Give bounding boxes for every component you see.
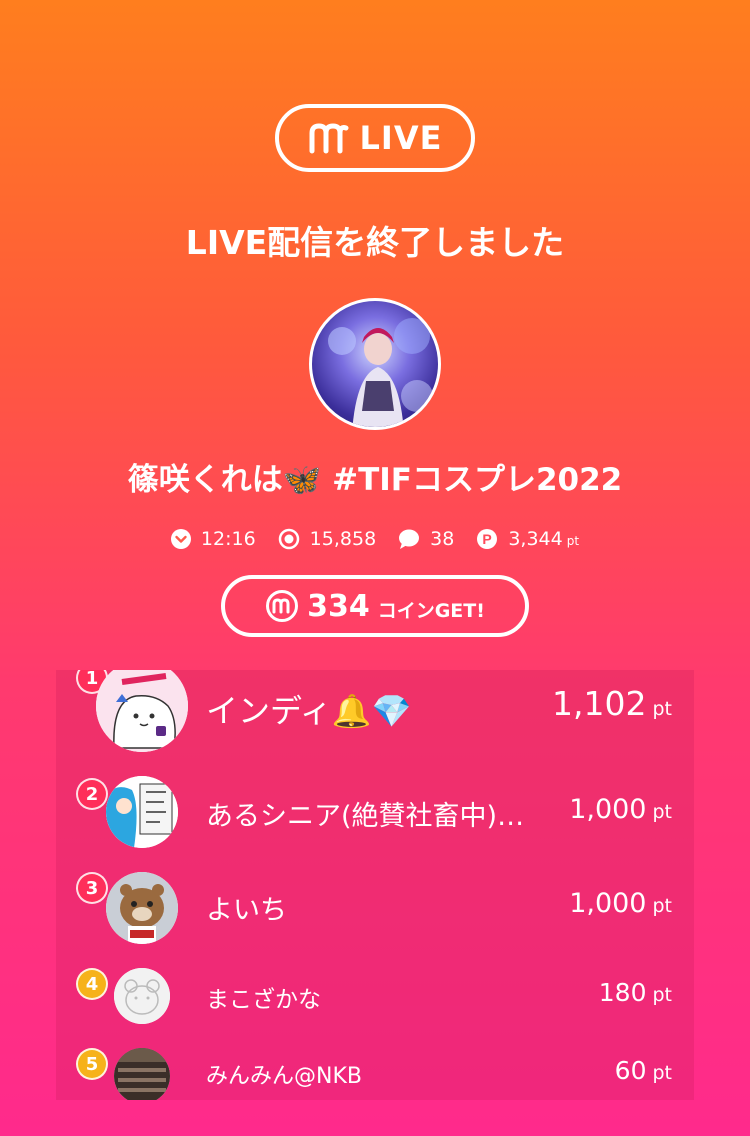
- user-avatar[interactable]: [106, 872, 178, 944]
- svg-text:P: P: [483, 531, 492, 547]
- points-icon: P: [477, 529, 498, 549]
- coin-amount: 334: [307, 588, 370, 624]
- coin-icon: [266, 590, 299, 622]
- rank-badge: 2: [76, 778, 108, 810]
- user-avatar[interactable]: [96, 670, 188, 752]
- ranking-row[interactable]: 4 まこざかな 180 pt: [56, 966, 694, 1030]
- coin-get-button[interactable]: 334 コインGET!: [221, 575, 529, 637]
- user-points: 1,000 pt: [569, 794, 672, 825]
- user-name: よいち: [206, 895, 287, 926]
- clock-icon: [170, 529, 191, 549]
- ranking-list: 1 インディ🔔💎 1,102 pt 2 あるシニア(絶賛社畜中)… 1,000 …: [56, 670, 694, 1100]
- duration-value: 12:16: [200, 528, 256, 550]
- user-points: 180 pt: [598, 978, 672, 1007]
- user-name: みんみん@NKB: [206, 1064, 362, 1089]
- ranking-row[interactable]: 3 よいち 1,000 pt: [56, 866, 694, 956]
- user-avatar[interactable]: [114, 1048, 170, 1100]
- rank-badge: 5: [76, 1048, 108, 1080]
- user-name: あるシニア(絶賛社畜中)…: [206, 801, 525, 832]
- rank-badge: 4: [76, 968, 108, 1000]
- points-value: 3,344 pt: [508, 528, 580, 550]
- stats-bar: 12:16 15,858 38 P 3,344 pt: [0, 524, 750, 554]
- user-points: 60 pt: [614, 1056, 672, 1085]
- live-ended-message: LIVE配信を終了しました: [185, 223, 565, 262]
- ranking-row[interactable]: 2 あるシニア(絶賛社畜中)… 1,000 pt: [56, 770, 694, 860]
- views-value: 15,858: [309, 528, 377, 550]
- coin-label: コインGET!: [377, 599, 485, 622]
- views-stat: 15,858: [278, 528, 376, 550]
- user-points: 1,000 pt: [569, 888, 672, 919]
- comments-stat: 38: [398, 528, 454, 550]
- points-stat: P 3,344 pt: [476, 528, 579, 550]
- user-avatar[interactable]: [106, 776, 178, 848]
- duration-stat: 12:16: [170, 528, 256, 550]
- user-avatar[interactable]: [114, 968, 170, 1024]
- user-name: まこざかな: [206, 987, 321, 1013]
- mixchannel-logo-icon: [308, 121, 350, 155]
- stream-title: 篠咲くれは🦋 #TIFコスプレ2022: [127, 462, 623, 498]
- ranking-row[interactable]: 1 インディ🔔💎 1,102 pt: [56, 670, 694, 760]
- comments-value: 38: [430, 528, 455, 550]
- user-name: インディ🔔💎: [206, 692, 412, 730]
- ranking-row[interactable]: 5 みんみん@NKB 60 pt: [56, 1046, 694, 1100]
- live-logo: LIVE: [275, 104, 475, 172]
- rank-badge: 3: [76, 872, 108, 904]
- streamer-avatar[interactable]: [309, 298, 441, 430]
- logo-text: LIVE: [359, 119, 443, 157]
- comment-icon: [399, 529, 420, 549]
- viewers-icon: [278, 528, 299, 550]
- user-points: 1,102 pt: [552, 684, 672, 723]
